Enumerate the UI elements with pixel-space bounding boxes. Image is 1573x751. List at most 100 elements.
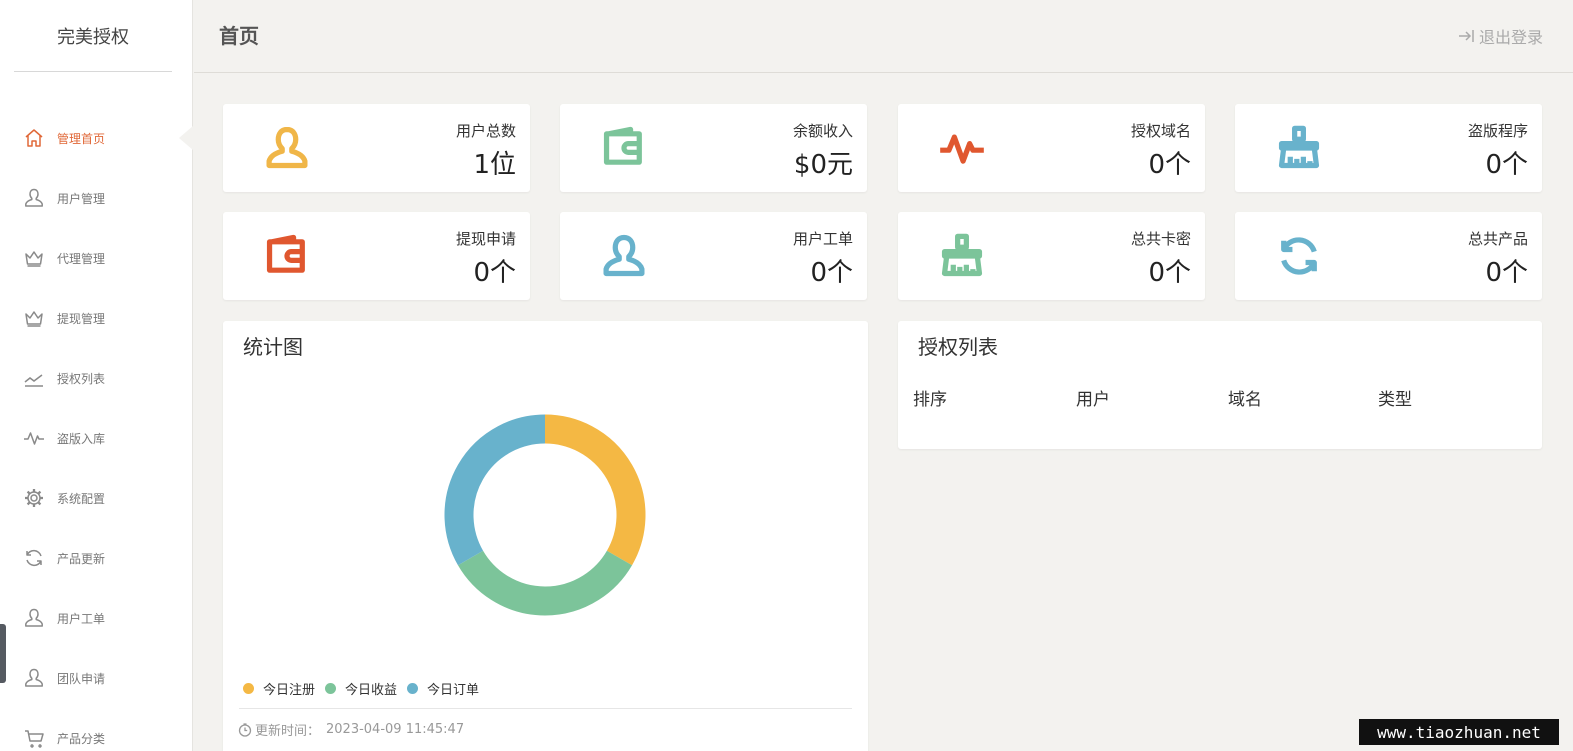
donut-slice[interactable] [457, 550, 633, 616]
trend-icon [23, 367, 45, 389]
stat-label: 总共卡密 [1130, 230, 1191, 248]
legend-dot [325, 683, 337, 694]
chart-legend: 今日注册 今日收益 今日订单 [243, 679, 489, 698]
stat-label: 总共产品 [1467, 230, 1528, 248]
stat-card[interactable]: 总共卡密 0个 [898, 212, 1205, 300]
crown-icon [23, 247, 45, 269]
stat-value: 1位 [473, 150, 516, 180]
sidebar-item-label: 团队申请 [57, 671, 106, 686]
legend-label: 今日注册 [263, 683, 316, 698]
cart-icon [23, 727, 45, 749]
crown-icon [23, 307, 45, 329]
stat-label: 余额收入 [792, 122, 853, 140]
stat-label: 用户总数 [455, 122, 516, 140]
legend-item[interactable]: 今日收益 [325, 679, 397, 698]
stat-value: 0个 [473, 258, 516, 288]
legend-dot [243, 683, 254, 694]
broom-icon [938, 232, 986, 280]
update-time-label: 更新时间： [255, 724, 321, 739]
stat-value: 0个 [1485, 258, 1528, 288]
donut-slice[interactable] [544, 414, 646, 566]
stat-value: 0个 [1485, 150, 1528, 180]
pulse-icon [23, 427, 45, 449]
auth-list-panel: 授权列表 排序 用户 域名 类型 [898, 321, 1542, 449]
stat-label: 用户工单 [792, 230, 853, 248]
update-time: 更新时间： 2023-04-09 11:45:47 [238, 720, 464, 739]
column-header: 类型 [1378, 390, 1412, 410]
legend-label: 今日订单 [427, 683, 480, 698]
home-icon [23, 127, 45, 149]
clock-icon [238, 722, 252, 737]
sidebar-item[interactable]: 代理管理 [0, 228, 192, 288]
user-icon [600, 232, 648, 280]
sidebar-item[interactable]: 盗版入库 [0, 408, 192, 468]
wallet-icon [600, 124, 648, 172]
stat-card[interactable]: 余额收入 $0元 [560, 104, 867, 192]
stat-card[interactable]: 提现申请 0个 [223, 212, 530, 300]
legend-item[interactable]: 今日注册 [243, 679, 315, 698]
sidebar-item[interactable]: 产品分类 [0, 708, 192, 751]
sidebar-item-label: 提现管理 [57, 311, 106, 326]
stat-label: 提现申请 [455, 230, 516, 248]
sidebar-item-label: 产品更新 [57, 551, 106, 566]
stat-card[interactable]: 授权域名 0个 [898, 104, 1205, 192]
side-handle[interactable] [0, 624, 6, 683]
broom-icon [1275, 124, 1323, 172]
legend-label: 今日收益 [345, 683, 398, 698]
brand-title: 完美授权 [14, 0, 172, 72]
stat-label: 授权域名 [1130, 122, 1191, 140]
sidebar-item-label: 管理首页 [57, 131, 106, 146]
sidebar-item[interactable]: 管理首页 [0, 108, 193, 168]
stat-value: 0个 [1148, 150, 1191, 180]
donut-slice[interactable] [444, 414, 546, 566]
user-icon [23, 607, 45, 629]
sidebar: 完美授权 管理首页用户管理代理管理提现管理授权列表盗版入库系统配置产品更新用户工… [0, 0, 193, 751]
chart-divider [239, 708, 852, 709]
user-icon [263, 124, 311, 172]
auth-list-title: 授权列表 [918, 335, 998, 359]
sidebar-item-label: 用户工单 [57, 611, 106, 626]
sidebar-item[interactable]: 用户工单 [0, 588, 192, 648]
pulse-icon [938, 124, 986, 172]
sidebar-item[interactable]: 授权列表 [0, 348, 192, 408]
sidebar-item-label: 系统配置 [57, 491, 106, 506]
legend-dot [407, 683, 419, 694]
refresh-icon [1275, 232, 1323, 280]
logout-label: 退出登录 [1478, 28, 1543, 47]
page-title: 首页 [219, 24, 259, 48]
refresh-icon [23, 547, 45, 569]
update-time-value: 2023-04-09 11:45:47 [326, 722, 465, 737]
sidebar-item[interactable]: 产品更新 [0, 528, 192, 588]
sidebar-item-label: 用户管理 [57, 191, 106, 206]
stat-card[interactable]: 盗版程序 0个 [1235, 104, 1542, 192]
sidebar-item-label: 授权列表 [57, 371, 106, 386]
donut-chart [444, 414, 646, 616]
stat-value: 0个 [1148, 258, 1191, 288]
sidebar-item[interactable]: 系统配置 [0, 468, 192, 528]
column-header: 排序 [913, 390, 947, 410]
sidebar-item-label: 产品分类 [57, 731, 106, 746]
user-icon [23, 187, 45, 209]
stat-value: 0个 [810, 258, 853, 288]
logout-icon [1458, 30, 1474, 42]
sidebar-item-label: 盗版入库 [57, 431, 106, 446]
stat-card[interactable]: 用户工单 0个 [560, 212, 867, 300]
column-header: 用户 [1076, 390, 1110, 410]
gear-icon [23, 487, 45, 509]
column-header: 域名 [1228, 390, 1262, 410]
stat-label: 盗版程序 [1467, 122, 1528, 140]
sidebar-nav: 管理首页用户管理代理管理提现管理授权列表盗版入库系统配置产品更新用户工单团队申请… [0, 108, 193, 751]
header: 首页 退出登录 [194, 0, 1573, 73]
stat-card[interactable]: 用户总数 1位 [223, 104, 530, 192]
wallet-icon [263, 232, 311, 280]
logout-button[interactable]: 退出登录 [1458, 24, 1543, 48]
sidebar-item[interactable]: 团队申请 [0, 648, 192, 708]
stat-value: $0元 [793, 150, 853, 180]
legend-item[interactable]: 今日订单 [407, 679, 479, 698]
stat-card[interactable]: 总共产品 0个 [1235, 212, 1542, 300]
sidebar-item[interactable]: 提现管理 [0, 288, 192, 348]
user-icon [23, 667, 45, 689]
sidebar-item-label: 代理管理 [57, 251, 106, 266]
sidebar-item[interactable]: 用户管理 [0, 168, 192, 228]
chart-panel: 统计图 今日注册 今日收益 今日订单 更新时间： 2023-04-09 11:45:… [223, 321, 868, 751]
